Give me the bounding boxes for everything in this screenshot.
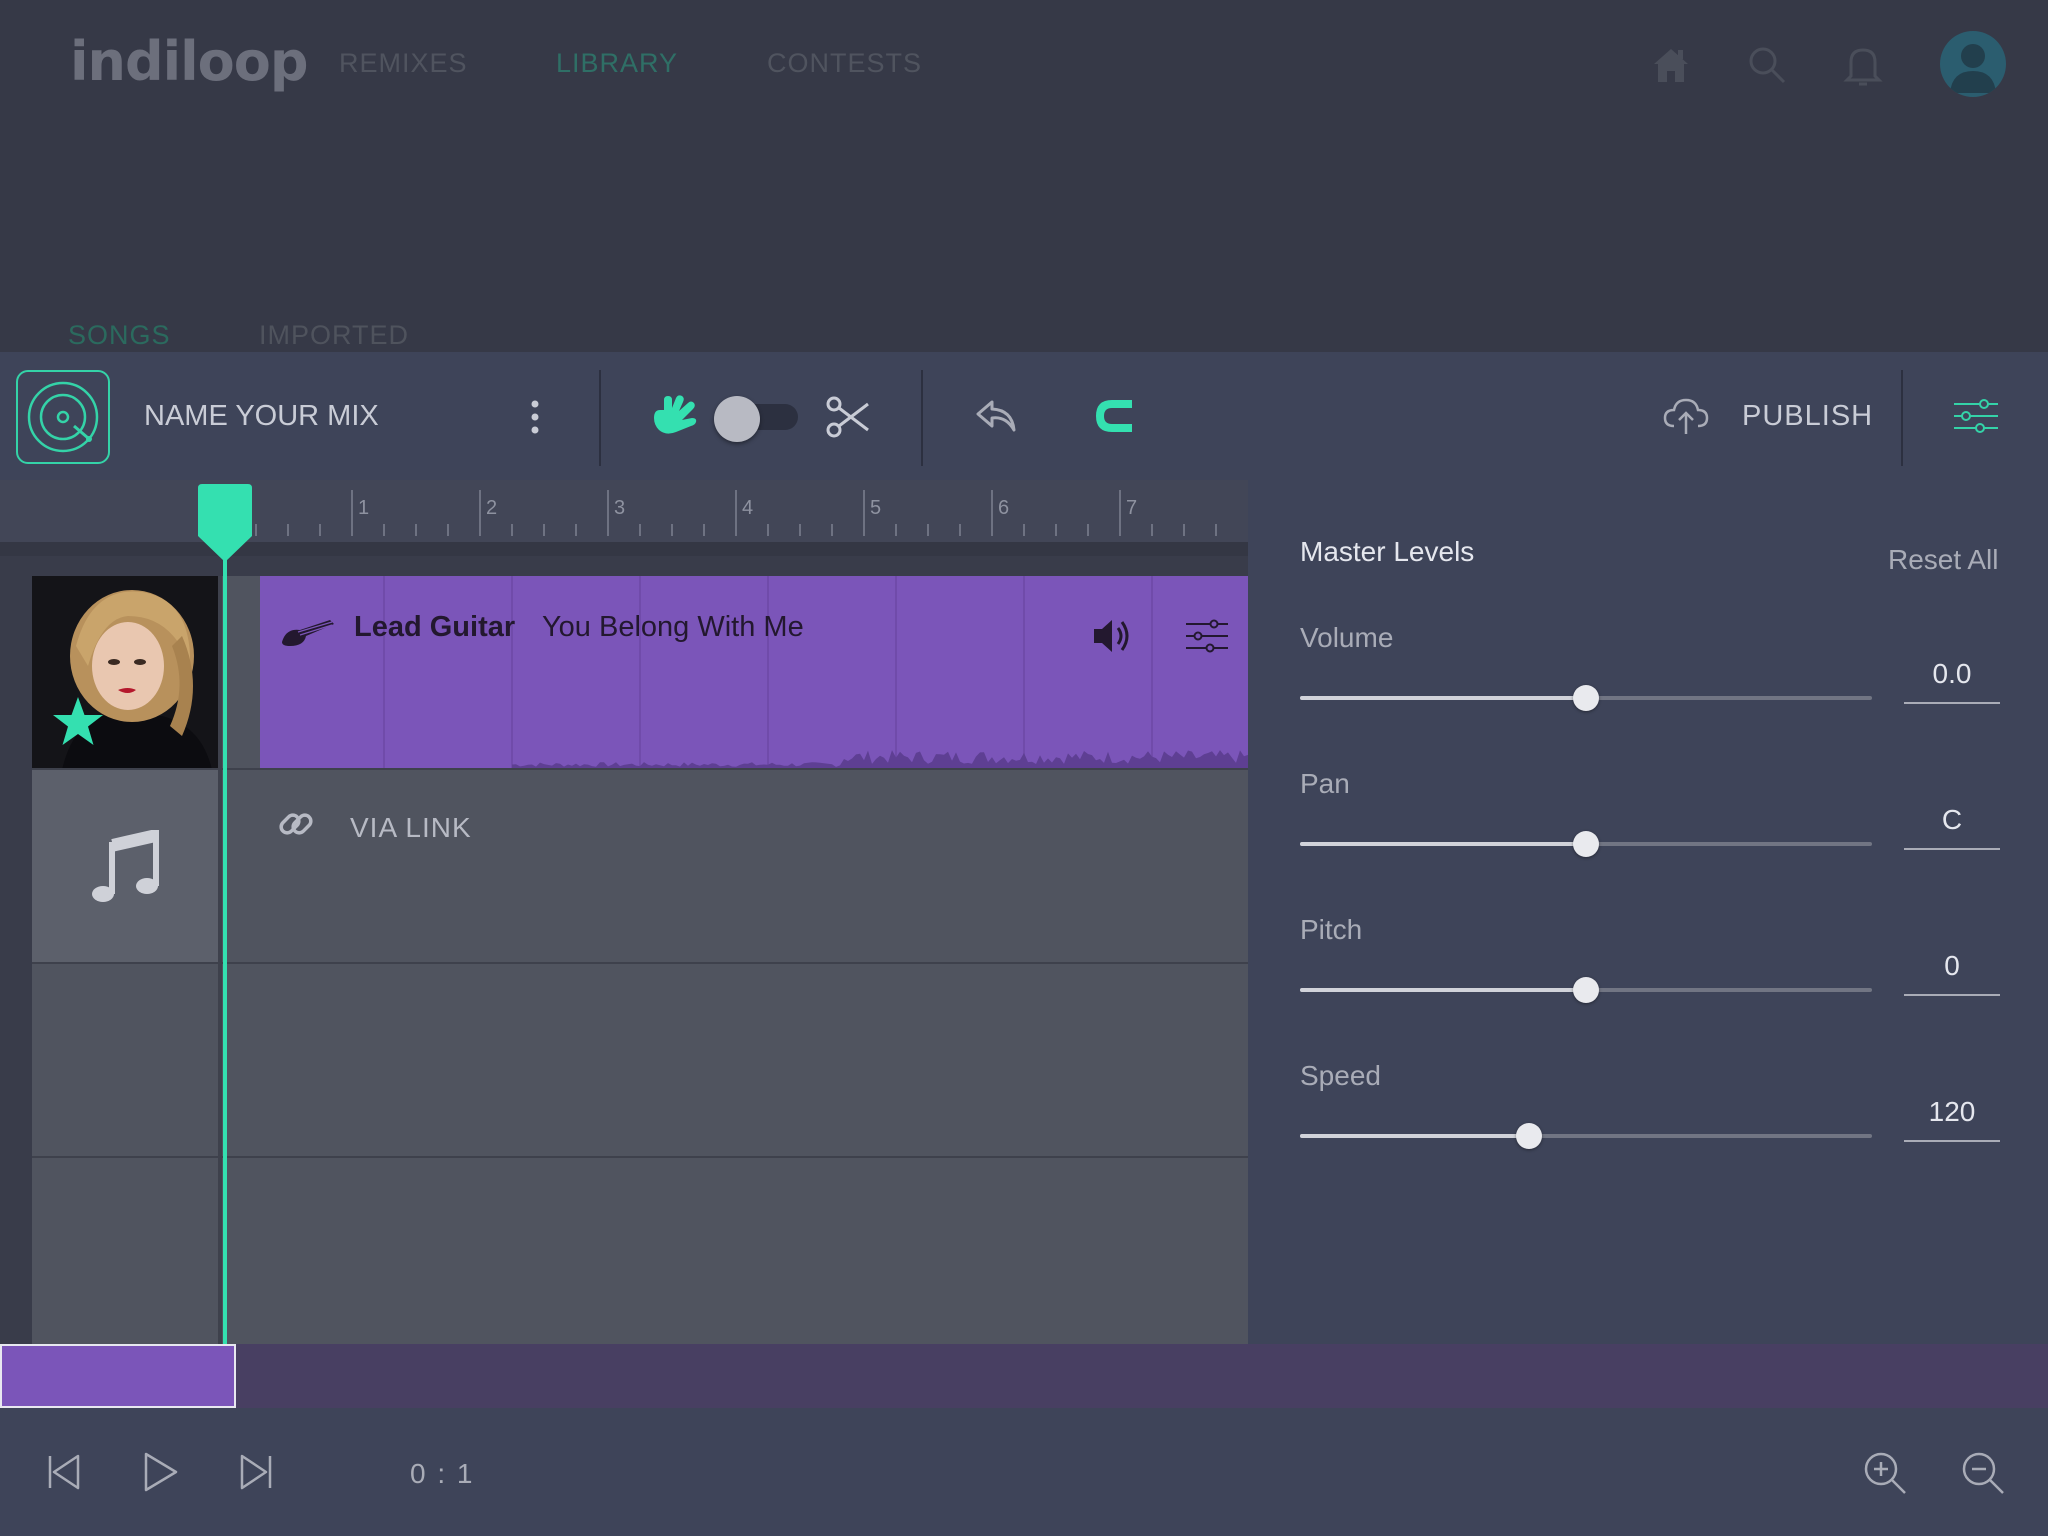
- undo-icon[interactable]: [974, 396, 1020, 436]
- playhead-line: [223, 490, 227, 1345]
- ruler-label: 4: [742, 497, 753, 519]
- ruler-label: 7: [1126, 497, 1137, 519]
- audio-clip[interactable]: Lead Guitar You Belong With Me: [260, 576, 1280, 768]
- link-icon: [279, 813, 313, 835]
- cloud-upload-icon[interactable]: [1662, 394, 1710, 438]
- track-row: [32, 770, 1248, 964]
- skip-forward-icon[interactable]: [236, 1450, 276, 1494]
- mix-cover-button[interactable]: [16, 370, 110, 464]
- track-row: Lead Guitar You Belong With Me: [32, 576, 1280, 770]
- app-logo[interactable]: indiloop: [70, 30, 308, 93]
- nav-contests[interactable]: CONTESTS: [767, 48, 922, 79]
- volume-value[interactable]: 0.0: [1904, 658, 2000, 704]
- pitch-value[interactable]: 0: [1904, 950, 2000, 996]
- speed-slider-knob[interactable]: [1515, 1123, 1542, 1149]
- speed-label: Speed: [1300, 1060, 1381, 1091]
- timeline-area: 1 2 3 4 5 6 7 Lead Guitar You Belong With Me: [0, 480, 1280, 1344]
- playback-time: 0 : 1: [410, 1458, 475, 1489]
- transport-bar: 0 : 1: [0, 1408, 2048, 1536]
- scissors-icon[interactable]: [824, 392, 874, 442]
- pan-value[interactable]: C: [1904, 804, 2000, 850]
- home-icon[interactable]: [1646, 40, 1696, 90]
- panel-title: Master Levels: [1300, 536, 1475, 567]
- track-artwork[interactable]: [32, 964, 222, 1156]
- ruler-strip: [0, 542, 1248, 556]
- ruler-label: 1: [358, 497, 369, 519]
- speed-value[interactable]: 120: [1904, 1096, 2000, 1142]
- clip-song-title: You Belong With Me: [542, 611, 804, 643]
- ruler-label: 5: [870, 497, 881, 519]
- track-artwork[interactable]: [32, 576, 222, 768]
- pitch-label: Pitch: [1300, 914, 1363, 945]
- top-nav: indiloop REMIXES LIBRARY CONTESTS: [0, 0, 2048, 130]
- track-artwork[interactable]: [32, 1158, 222, 1344]
- editor-toolbar: NAME YOUR MIX PUBLISH: [0, 352, 2048, 480]
- nav-library[interactable]: LIBRARY: [556, 48, 678, 79]
- pan-slider-knob[interactable]: [1573, 831, 1599, 857]
- search-icon[interactable]: [1742, 40, 1792, 90]
- track-settings-icon[interactable]: [1184, 618, 1230, 654]
- magnet-snap-icon[interactable]: [1090, 392, 1140, 440]
- overview-viewport-window[interactable]: [0, 1344, 236, 1408]
- star-icon: [53, 697, 103, 745]
- track-artwork[interactable]: [32, 770, 222, 962]
- volume-icon[interactable]: [1090, 614, 1136, 658]
- music-note-icon: [92, 830, 159, 902]
- ruler-label: 2: [486, 497, 497, 519]
- track-row: [32, 964, 1248, 1158]
- user-avatar[interactable]: [1940, 31, 2006, 97]
- master-levels-panel: Master Levels Reset All Volume 0.0 Pan C…: [1248, 480, 2048, 1344]
- more-options-icon[interactable]: [522, 396, 548, 438]
- toolbar-divider: [1901, 370, 1903, 466]
- vinyl-record-icon: [27, 381, 99, 453]
- ruler-label: 3: [614, 497, 625, 519]
- mix-name-field[interactable]: NAME YOUR MIX: [144, 400, 379, 433]
- ruler-label: 6: [998, 497, 1009, 519]
- mix-overview-scrollbar[interactable]: [0, 1344, 2048, 1408]
- via-link-label[interactable]: VIA LINK: [350, 812, 472, 844]
- zoom-out-icon[interactable]: [1958, 1448, 2008, 1498]
- bell-icon[interactable]: [1838, 40, 1888, 90]
- volume-slider-knob[interactable]: [1573, 685, 1599, 711]
- clip-waveform: [383, 576, 1280, 768]
- nav-remixes[interactable]: REMIXES: [339, 48, 468, 79]
- tab-imported[interactable]: IMPORTED: [259, 320, 409, 351]
- track-row: [32, 1158, 1248, 1344]
- guitar-icon: [282, 620, 334, 646]
- playhead-handle[interactable]: [198, 484, 252, 562]
- tab-songs[interactable]: SONGS: [68, 320, 171, 351]
- skip-back-icon[interactable]: [44, 1450, 84, 1494]
- hand-tool-icon[interactable]: [648, 394, 700, 440]
- play-icon[interactable]: [138, 1448, 182, 1496]
- user-icon: [1950, 44, 1996, 93]
- zoom-in-icon[interactable]: [1860, 1448, 1910, 1498]
- pitch-slider-knob[interactable]: [1573, 977, 1599, 1003]
- toolbar-divider: [921, 370, 923, 466]
- volume-label: Volume: [1300, 622, 1394, 653]
- publish-button[interactable]: PUBLISH: [1742, 400, 1873, 433]
- mixer-settings-icon[interactable]: [1952, 396, 2000, 436]
- ruler-ticks: 1 2 3 4 5 6 7: [255, 490, 1217, 536]
- toolbar-divider: [599, 370, 601, 466]
- edit-mode-toggle[interactable]: [712, 396, 802, 442]
- reset-all-button[interactable]: Reset All: [1888, 544, 1999, 576]
- pan-label: Pan: [1300, 768, 1350, 799]
- clip-instrument-label: Lead Guitar: [354, 611, 516, 643]
- time-ruler[interactable]: 1 2 3 4 5 6 7: [0, 480, 1248, 542]
- speed-slider[interactable]: [1300, 1134, 1872, 1138]
